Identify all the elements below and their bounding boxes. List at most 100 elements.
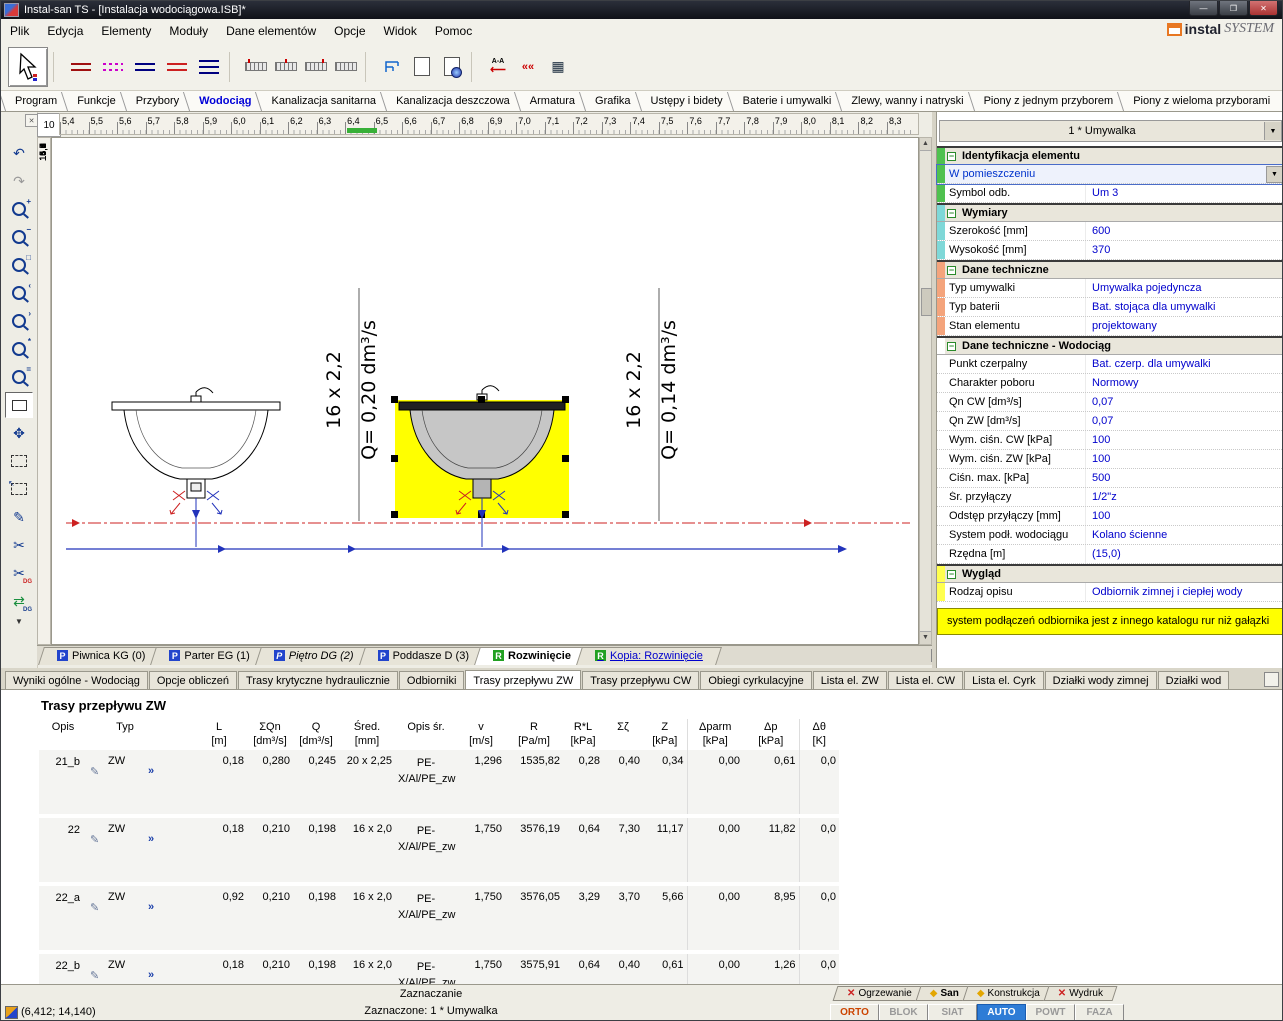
menu-item[interactable]: Moduły: [160, 21, 217, 41]
section-mark-button[interactable]: A-A⟵: [484, 53, 512, 81]
dimension-ruler-4-button[interactable]: [332, 53, 360, 81]
results-tab[interactable]: Lista el. ZW: [813, 671, 887, 689]
property-value[interactable]: 0,07: [1085, 393, 1283, 411]
edit-icon[interactable]: ✎: [90, 901, 99, 914]
category-tab[interactable]: Armatura: [520, 91, 585, 111]
snap-toggle[interactable]: BLOK: [879, 1004, 928, 1021]
sheet-tab[interactable]: R Rozwinięcie: [481, 646, 583, 665]
undo-button[interactable]: ↶: [5, 140, 33, 166]
results-tab[interactable]: Trasy przepływu ZW: [465, 670, 581, 689]
property-value[interactable]: Bat. stojąca dla umywalki: [1085, 298, 1283, 316]
pipe-style-multi-button[interactable]: [194, 53, 224, 81]
property-row[interactable]: − Rodzaj opisu Odbiornik zimnej i ciepłe…: [937, 583, 1283, 602]
goto-route-icon[interactable]: »: [148, 765, 153, 777]
column-header[interactable]: Z [kPa]: [643, 719, 687, 750]
cut-dg-button[interactable]: ✂DG: [5, 560, 33, 586]
results-panel-icon[interactable]: [1264, 672, 1279, 687]
route-id[interactable]: 22_a: [52, 891, 84, 905]
property-value[interactable]: Umywalka pojedyncza: [1085, 279, 1283, 297]
washbasin-left[interactable]: [112, 388, 280, 498]
context-tab[interactable]: ◆ San: [921, 986, 968, 1001]
marquee-select-add-button[interactable]: ↖: [5, 476, 33, 502]
column-header[interactable]: Δp [kPa]: [743, 719, 799, 750]
property-value[interactable]: Kolano ścienne: [1085, 526, 1283, 544]
trim-tool-button[interactable]: ✂: [5, 532, 33, 558]
sheet-tab[interactable]: P Poddasze D (3): [366, 646, 481, 665]
dimension-ruler-2-button[interactable]: [272, 53, 300, 81]
zoom-extents-button[interactable]: *: [5, 336, 33, 362]
property-value[interactable]: 370: [1085, 241, 1283, 259]
property-row[interactable]: − Stan elementu projektowany ▼: [937, 317, 1283, 336]
pan-button[interactable]: ✥: [5, 420, 33, 446]
category-tab[interactable]: Piony z wieloma przyborami: [1123, 91, 1280, 111]
property-value[interactable]: Odbiornik zimnej i ciepłej wody: [1085, 583, 1283, 601]
zoom-previous-button[interactable]: ‹: [5, 280, 33, 306]
menu-item[interactable]: Plik: [1, 21, 38, 41]
zoom-out-button[interactable]: −: [5, 224, 33, 250]
property-value[interactable]: 500: [1085, 469, 1283, 487]
route-id[interactable]: 22: [64, 823, 84, 837]
property-row[interactable]: − Typ baterii Bat. stojąca dla umywalki …: [937, 298, 1283, 317]
route-id[interactable]: 22_b: [52, 959, 84, 973]
property-row[interactable]: − Symbol odb. Um 3 ▼: [937, 184, 1283, 203]
zoom-sheet-button[interactable]: =: [5, 364, 33, 390]
category-tab[interactable]: Funkcje: [67, 91, 126, 111]
select-area-tool-button[interactable]: [5, 392, 33, 418]
close-button[interactable]: ✕: [1249, 1, 1278, 16]
column-header[interactable]: [145, 719, 191, 750]
property-row[interactable]: − Wygląd ▼: [937, 564, 1283, 583]
property-value[interactable]: 0,07: [1085, 412, 1283, 430]
sheet-options-button[interactable]: [438, 53, 466, 81]
category-tab[interactable]: Kanalizacja sanitarna: [261, 91, 386, 111]
goto-route-icon[interactable]: »: [148, 833, 153, 845]
category-tab[interactable]: Program: [5, 91, 67, 111]
cold-water-pipe[interactable]: [66, 545, 847, 553]
property-row[interactable]: − Dane techniczne - Wodociąg ▼: [937, 336, 1283, 355]
pipe-style-red-button[interactable]: [66, 53, 96, 81]
results-tab[interactable]: Lista el. Cyrk: [964, 671, 1044, 689]
column-header[interactable]: Q [dm³/s]: [293, 719, 339, 750]
results-tab[interactable]: Wyniki ogólne - Wodociąg: [5, 671, 148, 689]
menu-item[interactable]: Widok: [375, 21, 426, 41]
property-row[interactable]: − Śr. przyłączy 1/2"z ▼: [937, 488, 1283, 507]
edit-icon[interactable]: ✎: [90, 969, 99, 982]
category-tab[interactable]: Zlewy, wanny i natryski: [841, 91, 973, 111]
snap-toggle[interactable]: AUTO: [977, 1004, 1026, 1021]
grid-button[interactable]: ▦: [544, 53, 572, 81]
maximize-button[interactable]: ❐: [1219, 1, 1248, 16]
edit-icon[interactable]: ✎: [90, 765, 99, 778]
canvas-vertical-scrollbar[interactable]: ▲ ▼: [919, 137, 932, 645]
column-header[interactable]: [87, 719, 105, 750]
menu-item[interactable]: Pomoc: [426, 21, 481, 41]
property-row[interactable]: − Dane techniczne ▼: [937, 260, 1283, 279]
property-row[interactable]: − Odstęp przyłączy [mm] 100 ▼: [937, 507, 1283, 526]
snap-toggle[interactable]: SIAT: [928, 1004, 977, 1021]
washbasin-selected[interactable]: [391, 386, 569, 518]
goto-route-icon[interactable]: »: [148, 901, 153, 913]
property-row[interactable]: − Wym. ciśn. ZW [kPa] 100 ▼: [937, 450, 1283, 469]
property-row[interactable]: − Typ umywalki Umywalka pojedyncza ▼: [937, 279, 1283, 298]
edit-icon[interactable]: ✎: [90, 833, 99, 846]
menu-item[interactable]: Dane elementów: [217, 21, 325, 41]
column-header[interactable]: Typ: [105, 719, 145, 750]
table-row[interactable]: 22_b ✎ ZW » 0,18 0,210 0,198 16 x 2,0 PE…: [39, 952, 839, 984]
results-tab[interactable]: Opcje obliczeń: [149, 671, 237, 689]
chevron-down-icon[interactable]: ▼: [1264, 122, 1281, 140]
category-tab[interactable]: Ustępy i bidety: [641, 91, 733, 111]
table-row[interactable]: 22_a ✎ ZW » 0,92 0,210 0,198 16 x 2,0 PE…: [39, 884, 839, 952]
property-row[interactable]: − System podł. wodociągu Kolano ścienne …: [937, 526, 1283, 545]
property-row[interactable]: − Identyfikacja elementu ▼: [937, 146, 1283, 165]
column-header[interactable]: Δθ [K]: [799, 719, 839, 750]
axis-centerline[interactable]: [66, 519, 910, 527]
property-row[interactable]: − Wym. ciśn. CW [kPa] 100 ▼: [937, 431, 1283, 450]
sheet-tab[interactable]: P Piwnica KG (0): [45, 646, 157, 665]
column-header[interactable]: Σζ: [603, 719, 643, 750]
selection-tool-button[interactable]: [8, 47, 48, 87]
context-tab[interactable]: ✕ Wydruk: [1049, 986, 1112, 1001]
results-tab[interactable]: Obiegi cyrkulacyjne: [700, 671, 811, 689]
collapse-icon[interactable]: −: [947, 209, 956, 218]
context-tab[interactable]: ◆ Konstrukcja: [968, 986, 1049, 1001]
new-sheet-button[interactable]: [408, 53, 436, 81]
results-tab[interactable]: Odbiorniki: [399, 671, 465, 689]
scroll-up-icon[interactable]: ▲: [920, 138, 931, 151]
